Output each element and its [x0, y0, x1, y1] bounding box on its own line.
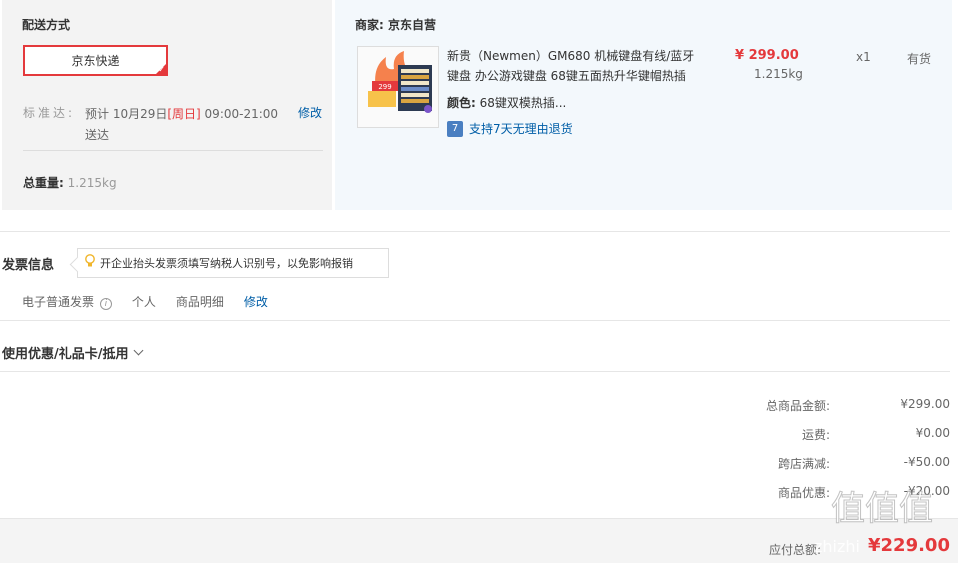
- order-item-section: 配送方式 京东快递 ✓ 标准达: 预计 10月29日[周日] 09:00-21:…: [2, 0, 952, 210]
- return-policy-text: 支持7天无理由退货: [469, 122, 573, 136]
- keyboard-image: 299: [358, 47, 438, 127]
- promo-toggle[interactable]: 使用优惠/礼品卡/抵用: [2, 343, 143, 362]
- promo-title: 使用优惠/礼品卡/抵用: [2, 347, 129, 362]
- summary-value: -¥50.00: [903, 455, 950, 469]
- invoice-title: 发票信息: [2, 258, 55, 273]
- divider: [0, 231, 950, 232]
- weight-label: 总重量:: [23, 176, 64, 190]
- shipping-panel: 配送方式 京东快递 ✓ 标准达: 预计 10月29日[周日] 09:00-21:…: [2, 0, 332, 210]
- summary-row: 总商品金额: ¥299.00: [650, 397, 950, 414]
- return-7day-icon: 7: [447, 120, 463, 137]
- shipping-method-button[interactable]: 京东快递 ✓: [23, 45, 168, 76]
- summary-value: -¥20.00: [903, 484, 950, 498]
- product-panel: 商家: 京东自营 299 新贵（Newmen）GM680 机械键盘有线/蓝牙键盘…: [335, 0, 952, 210]
- product-quantity: x1: [856, 50, 871, 64]
- summary-row: 商品优惠: -¥20.00: [650, 484, 950, 501]
- color-label: 颜色:: [447, 96, 476, 110]
- summary-label: 商品优惠:: [777, 486, 830, 500]
- eta-text: 预计 10月29日[周日] 09:00-21:00 送达: [85, 107, 279, 142]
- summary-value: ¥299.00: [900, 397, 950, 411]
- summary-label: 运费:: [801, 428, 830, 442]
- summary-row: 跨店满减: -¥50.00: [650, 455, 950, 472]
- return-policy[interactable]: 7 支持7天无理由退货: [447, 120, 573, 137]
- summary-label: 总商品金额:: [765, 399, 830, 413]
- invoice-tip-text: 开企业抬头发票须填写纳税人识别号，以免影响报销: [100, 257, 353, 270]
- product-price: ¥ 299.00: [735, 48, 799, 63]
- shipping-method-label: 京东快递: [71, 54, 120, 68]
- eta-label: 标准达:: [23, 106, 76, 120]
- invoice-tip: 开企业抬头发票须填写纳税人识别号，以免影响报销: [77, 248, 389, 278]
- divider: [0, 371, 950, 372]
- invoice-holder: 个人: [131, 295, 156, 309]
- summary-label: 跨店满减:: [777, 457, 830, 471]
- check-icon: ✓: [158, 65, 165, 74]
- invoice-edit-link[interactable]: 修改: [244, 293, 268, 310]
- invoice-content: 商品明细: [175, 295, 224, 309]
- eta-edit-link[interactable]: 修改: [298, 104, 322, 121]
- divider: [0, 320, 950, 321]
- info-icon[interactable]: i: [99, 298, 112, 310]
- total-weight: 总重量: 1.215kg: [23, 174, 117, 191]
- product-thumbnail[interactable]: 299: [357, 46, 439, 128]
- summary-value: ¥0.00: [915, 426, 950, 440]
- invoice-type: 电子普通发票 i: [22, 293, 112, 310]
- stock-status: 有货: [907, 52, 932, 66]
- weight-value: 1.215kg: [67, 176, 117, 190]
- product-weight: 1.215kg: [754, 67, 803, 81]
- color-value: 68键双模热插...: [479, 96, 567, 110]
- summary-row: 运费: ¥0.00: [650, 426, 950, 443]
- shipping-title: 配送方式: [22, 18, 71, 32]
- eta-day: [周日]: [167, 107, 201, 121]
- product-name-link[interactable]: 新贵（Newmen）GM680 机械键盘有线/蓝牙键盘 办公游戏键盘 68键五面…: [447, 46, 697, 86]
- product-color: 颜色: 68键双模热插...: [447, 94, 566, 111]
- invoice-details: 电子普通发票 i 个人 商品明细 修改: [22, 293, 268, 310]
- chevron-down-icon: [133, 345, 143, 356]
- payment-footer: 应付总额: ¥229.00: [0, 518, 958, 563]
- pay-total-value: ¥229.00: [868, 535, 950, 556]
- svg-text:299: 299: [378, 83, 391, 91]
- merchant-label: 商家: 京东自营: [355, 18, 436, 32]
- divider: [23, 150, 323, 151]
- lightbulb-icon: [84, 254, 96, 272]
- pay-total-label: 应付总额:: [769, 543, 822, 557]
